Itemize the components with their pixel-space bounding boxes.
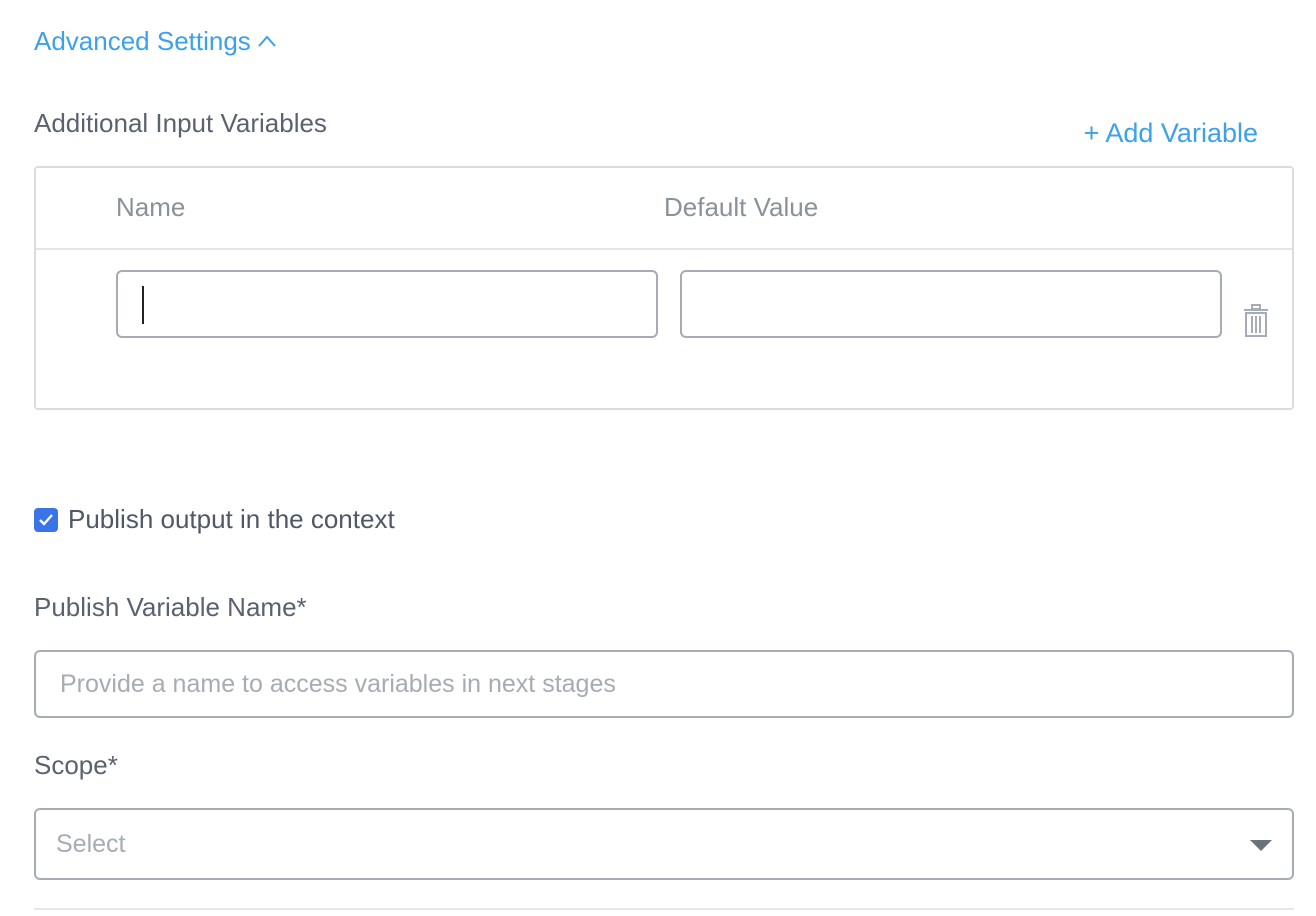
scope-select[interactable]: Select xyxy=(34,808,1294,880)
variable-default-value-input[interactable] xyxy=(680,270,1222,338)
scope-select-value: Select xyxy=(56,829,126,858)
caret-down-icon xyxy=(1250,840,1272,851)
column-header-default-value: Default Value xyxy=(664,192,819,222)
checkmark-icon xyxy=(39,513,53,526)
publish-variable-name-input[interactable] xyxy=(34,650,1294,718)
variables-table-header: Name Default Value xyxy=(36,168,1292,250)
input-variables-section-label: Additional Input Variables xyxy=(34,108,327,138)
advanced-settings-label: Advanced Settings xyxy=(34,25,251,56)
divider xyxy=(34,908,1294,910)
publish-output-checkbox[interactable] xyxy=(34,507,58,532)
publish-output-row: Publish output in the context xyxy=(34,504,395,535)
text-cursor xyxy=(142,286,144,324)
variables-table: Name Default Value xyxy=(34,166,1294,410)
add-variable-button[interactable]: + Add Variable xyxy=(1084,118,1258,149)
scope-label: Scope* xyxy=(34,750,118,780)
publish-output-label: Publish output in the context xyxy=(68,504,395,534)
column-header-name: Name xyxy=(116,192,186,222)
trash-icon[interactable] xyxy=(1242,304,1270,338)
advanced-settings-toggle[interactable]: Advanced Settings xyxy=(34,24,277,58)
advanced-settings-panel: Advanced Settings Additional Input Varia… xyxy=(0,0,1316,916)
publish-variable-name-label: Publish Variable Name* xyxy=(34,592,307,622)
chevron-up-icon xyxy=(258,35,276,47)
variable-name-input[interactable] xyxy=(116,270,658,338)
